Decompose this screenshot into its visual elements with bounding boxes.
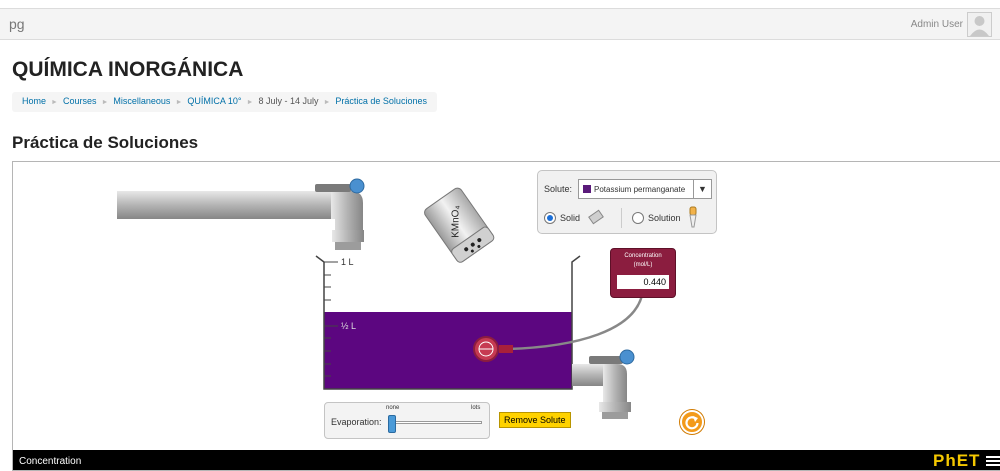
breadcrumb-course[interactable]: QUÍMICA 10° bbox=[187, 96, 241, 106]
output-faucet-icon[interactable] bbox=[572, 349, 635, 419]
user-menu-name[interactable]: Admin User bbox=[911, 19, 963, 30]
concentration-value: 0.440 bbox=[617, 275, 669, 289]
dropper-icon bbox=[689, 206, 697, 228]
solid-label[interactable]: Solid bbox=[560, 213, 580, 223]
eraser-icon bbox=[588, 209, 604, 225]
shaker-icon[interactable]: KMnO₄ bbox=[423, 186, 496, 264]
section-title: Práctica de Soluciones bbox=[12, 133, 199, 152]
solute-selected-value: Potassium permanganate bbox=[594, 185, 686, 194]
radio-divider bbox=[621, 208, 622, 228]
solute-select[interactable]: Potassium permanganate ▼ bbox=[578, 179, 712, 199]
navbar: pg Admin User bbox=[0, 8, 1000, 40]
remove-solute-button[interactable]: Remove Solute bbox=[499, 412, 571, 428]
concentration-title: Concentration bbox=[624, 253, 662, 259]
avatar-icon[interactable] bbox=[967, 12, 992, 37]
simulation-frame: KMnO₄ 1 L ½ L Solute: Potassium permanga… bbox=[12, 161, 1000, 471]
sim-navigation-bar: Concentration PhET bbox=[13, 450, 1000, 470]
phet-logo[interactable]: PhET bbox=[933, 451, 980, 470]
breadcrumb-courses[interactable]: Courses bbox=[63, 96, 97, 106]
concentration-meter[interactable]: Concentration (mol/L) 0.440 bbox=[610, 248, 676, 298]
brand-link[interactable]: pg bbox=[9, 16, 25, 32]
evaporation-slider-track[interactable] bbox=[392, 421, 482, 424]
concentration-units: (mol/L) bbox=[633, 262, 653, 268]
breadcrumb-week: 8 July - 14 July bbox=[258, 96, 319, 106]
breadcrumb: Home ► Courses ► Miscellaneous ► QUÍMICA 10° ► 8… bbox=[12, 92, 437, 112]
simulation-canvas: KMnO₄ 1 L ½ L bbox=[117, 178, 645, 419]
dropdown-arrow-icon[interactable]: ▼ bbox=[693, 180, 711, 198]
menu-icon[interactable] bbox=[986, 456, 1000, 466]
evaporation-label: Evaporation: bbox=[331, 417, 382, 427]
solute-label: Solute: bbox=[544, 184, 573, 194]
input-faucet-icon[interactable] bbox=[117, 178, 365, 250]
evaporation-max-label: lots bbox=[471, 405, 481, 411]
reset-icon[interactable] bbox=[680, 410, 704, 434]
page-title: QUÍMICA INORGÁNICA bbox=[12, 58, 244, 81]
beaker-label-half: ½ L bbox=[341, 321, 356, 331]
solute-color-swatch bbox=[583, 185, 591, 193]
evaporation-min-label: none bbox=[386, 405, 400, 411]
breadcrumb-activity[interactable]: Práctica de Soluciones bbox=[335, 96, 427, 106]
shaker-label: KMnO₄ bbox=[451, 206, 462, 238]
breadcrumb-home[interactable]: Home bbox=[22, 96, 46, 106]
solution-liquid bbox=[324, 312, 572, 389]
solution-radio[interactable] bbox=[632, 212, 644, 224]
solid-radio[interactable] bbox=[544, 212, 556, 224]
beaker-label-1l: 1 L bbox=[341, 257, 354, 267]
breadcrumb-miscellaneous[interactable]: Miscellaneous bbox=[113, 96, 170, 106]
sim-name: Concentration bbox=[19, 456, 82, 467]
evaporation-slider-thumb[interactable] bbox=[388, 415, 396, 433]
solute-panel: Solute: Potassium permanganate ▼ Solid S… bbox=[537, 170, 717, 234]
evaporation-panel: Evaporation: none lots bbox=[324, 402, 490, 439]
beaker: 1 L ½ L bbox=[315, 255, 581, 390]
solution-label[interactable]: Solution bbox=[648, 213, 681, 223]
